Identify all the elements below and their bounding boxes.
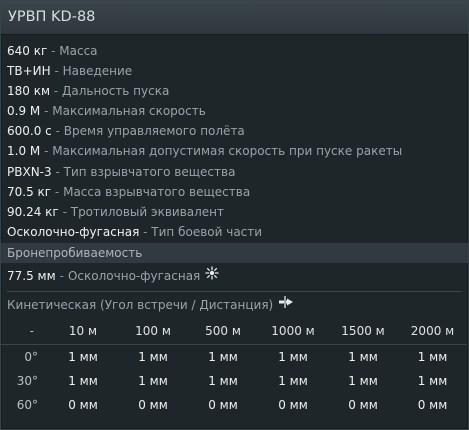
property-value: 0.9 М bbox=[7, 104, 41, 119]
property-row: 90.24 кг - Тротиловый эквивалент bbox=[7, 202, 468, 222]
table-cell: 1 мм bbox=[417, 349, 448, 364]
kinetic-penetration-title: Кинетическая (Угол встречи / Дистанция) bbox=[1, 292, 468, 318]
property-separator: - bbox=[54, 184, 60, 199]
property-value: 1.0 М bbox=[7, 144, 41, 159]
property-label: Дальность пуска bbox=[62, 84, 170, 99]
property-label: Время управляемого полёта bbox=[63, 124, 245, 139]
property-label: Тип взрывчатого вещества bbox=[63, 164, 236, 179]
property-separator: - bbox=[54, 64, 59, 79]
column-header: 10 м bbox=[48, 317, 118, 345]
table-cell: 1 мм bbox=[278, 373, 308, 388]
table-cell: 0 мм bbox=[208, 397, 238, 412]
property-row: 180 км - Дальность пуска bbox=[7, 81, 468, 101]
property-separator: - bbox=[44, 144, 49, 159]
weapon-tooltip: УРВП KD-88 640 кг - Масса ТВ+ИН - Наведе… bbox=[0, 0, 469, 430]
table-cell: 1 мм bbox=[348, 373, 378, 388]
row-angle: 30° bbox=[16, 373, 38, 388]
property-separator: - bbox=[143, 224, 148, 239]
table-row: 0° 1 мм 1 мм 1 мм 1 мм 1 мм 1 мм bbox=[1, 344, 467, 369]
property-label: Максимальная скорость bbox=[52, 104, 206, 119]
property-value: ТВ+ИН bbox=[7, 64, 51, 79]
property-label: Масса взрывчатого вещества bbox=[63, 184, 251, 199]
table-cell: 0 мм bbox=[68, 397, 98, 412]
property-separator: - bbox=[51, 44, 56, 58]
table-cell: 1 мм bbox=[208, 373, 238, 388]
property-row: Осколочно-фугасная - Тип боевой части bbox=[7, 222, 468, 242]
table-cell: 0 мм bbox=[417, 397, 448, 412]
column-header: 1000 м bbox=[258, 317, 328, 345]
property-row: 0.9 М - Максимальная скорость bbox=[7, 101, 468, 121]
tooltip-title: УРВП KD-88 bbox=[1, 1, 468, 35]
table-corner: - bbox=[1, 317, 48, 345]
he-penetration-row: 77.5 мм - Осколочно-фугасная bbox=[1, 263, 468, 289]
row-angle: 60° bbox=[16, 397, 38, 412]
table-cell: 1 мм bbox=[348, 349, 378, 364]
table-cell: 1 мм bbox=[68, 349, 98, 364]
property-value: 600.0 с bbox=[7, 124, 52, 139]
table-row: 60° 0 мм 0 мм 0 мм 0 мм 0 мм 0 мм bbox=[1, 393, 467, 417]
property-row: 70.5 кг - Масса взрывчатого вещества bbox=[7, 182, 468, 202]
table-cell: 1 мм bbox=[138, 373, 168, 388]
property-value: 70.5 кг bbox=[7, 184, 52, 199]
property-label: Масса bbox=[59, 44, 98, 58]
property-value: 90.24 кг bbox=[7, 204, 59, 219]
property-value: 640 кг bbox=[7, 44, 48, 58]
properties-list: 640 кг - Масса ТВ+ИН - Наведение 180 км … bbox=[1, 35, 468, 242]
table-row: 30° 1 мм 1 мм 1 мм 1 мм 1 мм 1 мм bbox=[1, 369, 467, 393]
property-separator: - bbox=[55, 124, 60, 139]
property-separator: - bbox=[59, 268, 64, 283]
property-value: Осколочно-фугасная bbox=[7, 224, 140, 239]
table-cell: 0 мм bbox=[138, 397, 168, 412]
kinetic-title-text: Кинетическая (Угол встречи / Дистанция) bbox=[7, 297, 274, 312]
table-header-row: - 10 м 100 м 500 м 1000 м 1500 м 2000 м bbox=[1, 317, 467, 345]
property-label: Тип боевой части bbox=[151, 224, 263, 239]
property-row: 600.0 с - Время управляемого полёта bbox=[7, 121, 468, 141]
property-separator: - bbox=[55, 164, 60, 179]
property-row: PBXN-3 - Тип взрывчатого вещества bbox=[7, 162, 468, 182]
column-header: 500 м bbox=[188, 317, 258, 345]
table-cell: 1 мм bbox=[208, 349, 238, 364]
property-label: Максимальная допустимая скорость при пус… bbox=[52, 144, 403, 159]
table-cell: 0 мм bbox=[348, 397, 378, 412]
explosion-icon bbox=[205, 263, 219, 289]
table-cell: 1 мм bbox=[417, 373, 448, 388]
property-value: 180 км bbox=[7, 84, 51, 99]
penetration-icon bbox=[278, 292, 294, 318]
he-penetration-value: 77.5 мм bbox=[7, 268, 56, 283]
column-header: 1500 м bbox=[328, 317, 398, 345]
property-row: ТВ+ИН - Наведение bbox=[7, 61, 468, 81]
table-cell: 0 мм bbox=[278, 397, 308, 412]
property-label: Наведение bbox=[62, 64, 133, 79]
column-header: 100 м bbox=[118, 317, 188, 345]
column-header: 2000 м bbox=[398, 317, 467, 345]
property-separator: - bbox=[44, 104, 49, 119]
property-separator: - bbox=[53, 84, 59, 99]
property-value: PBXN-3 bbox=[7, 164, 52, 179]
property-separator: - bbox=[62, 204, 67, 219]
table-cell: 1 мм bbox=[138, 349, 168, 364]
kinetic-penetration-table: - 10 м 100 м 500 м 1000 м 1500 м 2000 м … bbox=[1, 317, 467, 417]
property-label: Тротиловый эквивалент bbox=[70, 204, 225, 219]
table-cell: 1 мм bbox=[68, 373, 98, 388]
property-row: 640 кг - Масса bbox=[7, 41, 468, 61]
table-cell: 1 мм bbox=[278, 349, 308, 364]
row-angle: 0° bbox=[24, 349, 38, 364]
property-row: 1.0 М - Максимальная допустимая скорость… bbox=[7, 141, 468, 161]
armor-penetration-header: Бронепробиваемость bbox=[1, 242, 468, 263]
he-penetration-label: Осколочно-фугасная bbox=[67, 268, 201, 283]
